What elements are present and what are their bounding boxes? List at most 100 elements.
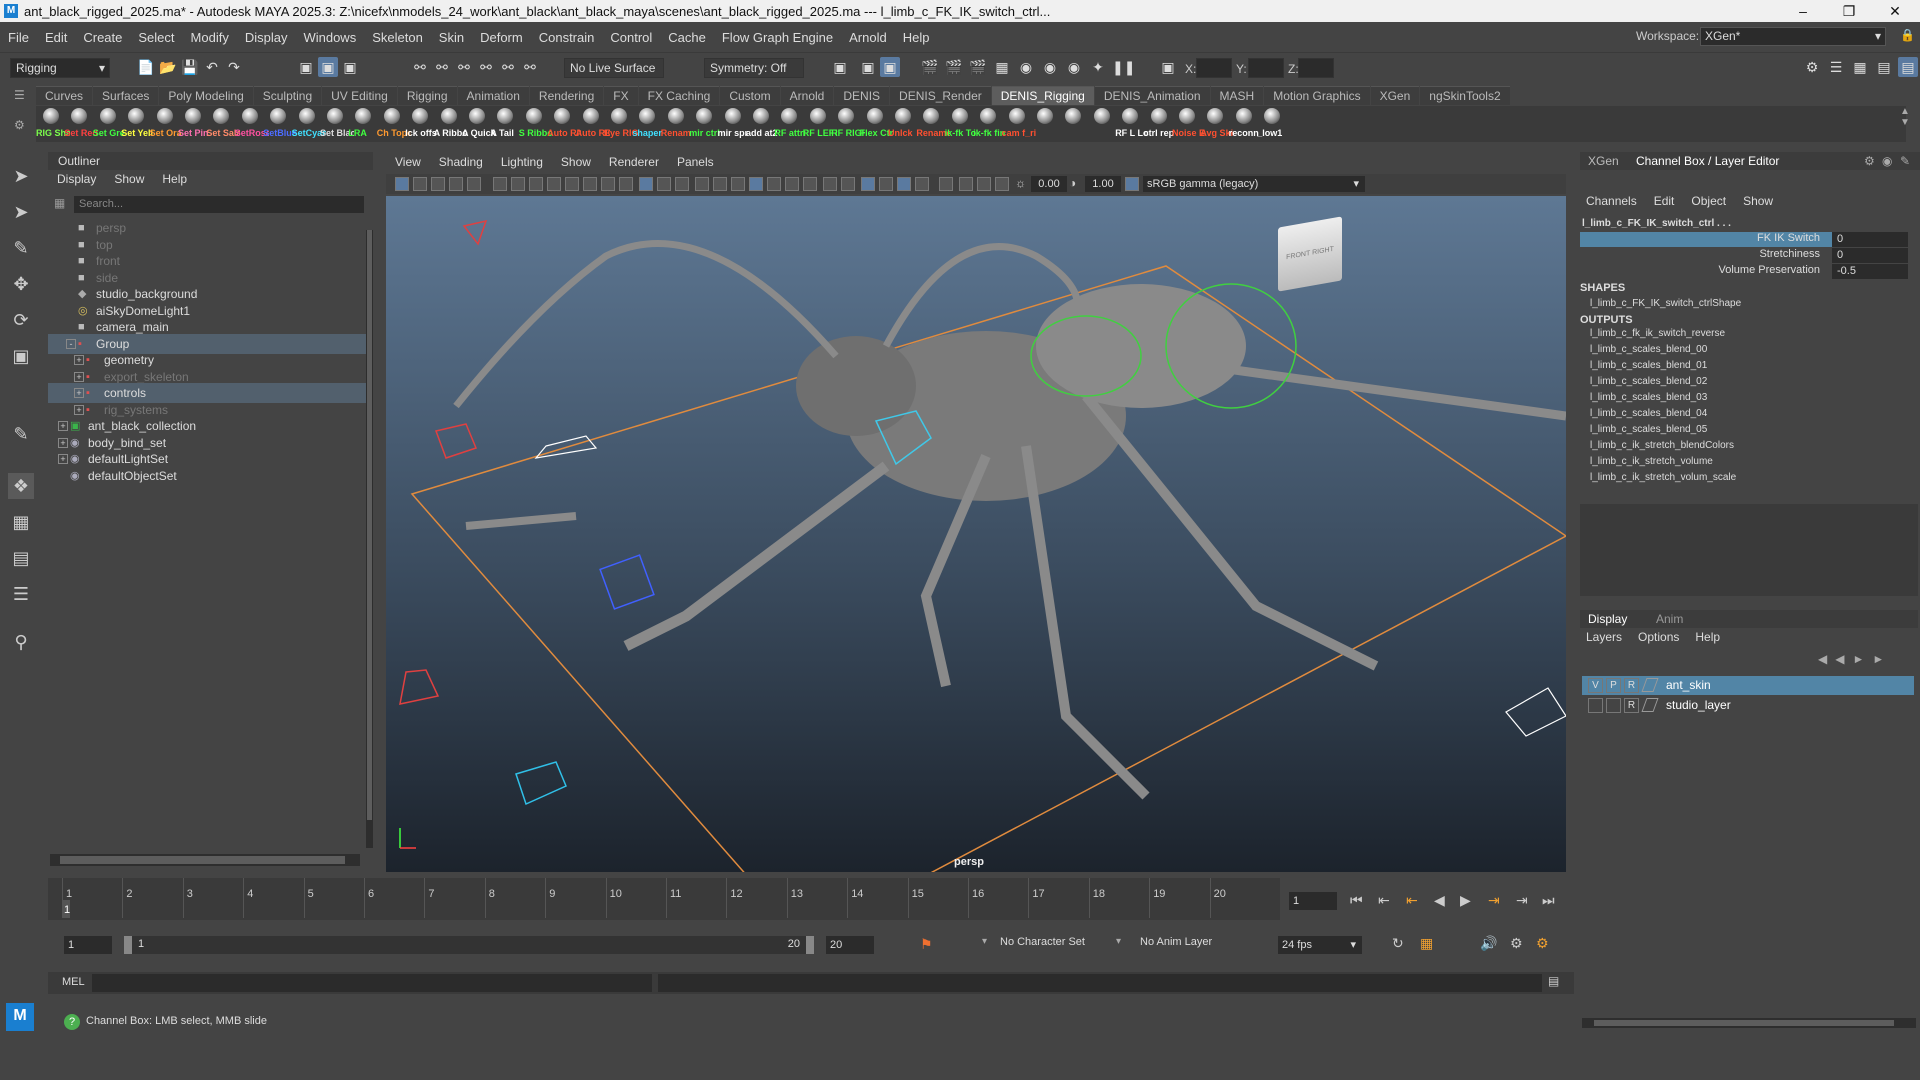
expand-icon[interactable]: + <box>58 437 68 448</box>
shelf-button[interactable]: A Ribbo <box>434 108 468 140</box>
select-component-icon[interactable]: ▣ <box>340 57 360 77</box>
layer-editor-icon[interactable]: ▤ <box>1898 57 1918 77</box>
live-surface-field[interactable]: No Live Surface <box>564 58 664 78</box>
grid-icon[interactable] <box>511 177 525 191</box>
color-management-icon[interactable] <box>1125 177 1139 191</box>
character-set-dropdown[interactable]: No Character Set <box>1000 936 1085 948</box>
field-chart-icon[interactable] <box>583 177 597 191</box>
menu-cache[interactable]: Cache <box>660 30 714 45</box>
shelf-button[interactable]: Set Red <box>64 108 98 140</box>
snap-view-icon[interactable]: ⚯ <box>476 57 496 77</box>
four-view-layout-icon[interactable]: ▦ <box>8 509 34 535</box>
shelf-button[interactable]: RF attri <box>774 108 806 140</box>
outliner-layout-icon[interactable]: ☰ <box>8 581 34 607</box>
layer-menu-layers[interactable]: Layers <box>1586 630 1622 644</box>
film-gate-icon[interactable] <box>529 177 543 191</box>
render-view-icon[interactable]: 🎬 <box>920 57 940 77</box>
ambient-occlusion-icon[interactable] <box>803 177 817 191</box>
shelf-button[interactable]: reconn <box>1229 108 1261 140</box>
step-back-icon[interactable]: ⇤ <box>1378 892 1390 909</box>
shelf-tab-denis-render[interactable]: DENIS_Render <box>890 86 991 105</box>
last-tool-icon[interactable]: ✎ <box>8 421 34 447</box>
menu-edit[interactable]: Edit <box>37 30 75 45</box>
shelf-tab-denis[interactable]: DENIS <box>834 86 890 105</box>
construction-history-icon[interactable]: ▣ <box>880 57 900 77</box>
sound-icon[interactable]: 🔊 <box>1480 935 1497 952</box>
snap-grid-icon[interactable]: ⚯ <box>410 57 430 77</box>
expand-icon[interactable]: - <box>66 338 76 349</box>
channelbox-menu-edit[interactable]: Edit <box>1654 194 1684 208</box>
menu-skin[interactable]: Skin <box>431 30 472 45</box>
shelf-button[interactable]: A Tail <box>490 108 522 140</box>
hypershade-icon[interactable]: ◉ <box>1016 57 1036 77</box>
snap-surface-icon[interactable]: ⚯ <box>498 57 518 77</box>
expand-icon[interactable]: + <box>58 454 68 464</box>
x-field[interactable] <box>1196 58 1232 78</box>
menu-windows[interactable]: Windows <box>295 30 364 45</box>
scale-tool-icon[interactable]: ▣ <box>8 343 34 369</box>
xray-icon[interactable] <box>841 177 855 191</box>
menu-arnold[interactable]: Arnold <box>841 30 895 45</box>
shelf-button[interactable]: ctrl rep <box>1144 108 1176 140</box>
go-to-start-icon[interactable]: ⏮ <box>1350 892 1363 909</box>
fps-dropdown[interactable]: 24 fps ▾ <box>1278 936 1362 954</box>
motion-blur-icon[interactable] <box>939 177 953 191</box>
range-slider[interactable]: 1 20 <box>124 936 814 954</box>
channel-box-icon[interactable]: ▤ <box>1874 57 1894 77</box>
attribute-editor-icon[interactable]: ☰ <box>1826 57 1846 77</box>
shelf-tab-motion-graphics[interactable]: Motion Graphics <box>1264 86 1370 105</box>
loop-icon[interactable]: ↻ <box>1392 935 1404 952</box>
output-node[interactable]: l_limb_c_scales_blend_02 <box>1590 376 1707 387</box>
outliner-vscroll[interactable] <box>366 230 373 848</box>
layer-row[interactable]: V P Rant_skin <box>1582 676 1914 695</box>
shelf-button[interactable]: add at2 <box>746 108 778 140</box>
shelf-button[interactable]: Set Pin <box>178 108 210 140</box>
undo-icon[interactable]: ↶ <box>202 57 222 77</box>
resolution-display-icon[interactable] <box>675 177 689 191</box>
output-node[interactable]: l_limb_c_scales_blend_01 <box>1590 360 1707 371</box>
tab-channel-box[interactable]: Channel Box / Layer Editor <box>1636 154 1779 168</box>
outliner-hscroll[interactable] <box>50 854 360 866</box>
output-node[interactable]: l_limb_c_fk_ik_switch_reverse <box>1590 328 1725 339</box>
layer-action-icons[interactable]: ◀◀►► <box>1818 652 1892 666</box>
shelf-tab-animation[interactable]: Animation <box>457 86 529 105</box>
channel-value[interactable]: -0.5 <box>1832 264 1908 279</box>
symmetry-dropdown[interactable]: Symmetry: Off <box>704 58 804 78</box>
shelf-tab-custom[interactable]: Custom <box>720 86 780 105</box>
layer-visibility-toggle[interactable] <box>1588 698 1603 713</box>
shelf-button[interactable]: Ch Topo <box>377 108 411 140</box>
time-slider[interactable]: 1 2 3 4 5 6 7 8 9 10 11 12 13 14 15 16 17 18 19 20 1 <box>48 878 1280 920</box>
close-button[interactable]: ✕ <box>1872 0 1918 22</box>
exposure-field[interactable]: 0.00 <box>1031 176 1067 192</box>
channelbox-menu-show[interactable]: Show <box>1743 194 1782 208</box>
menu-select[interactable]: Select <box>130 30 182 45</box>
arnold-render-icon[interactable]: ◉ <box>1040 57 1060 77</box>
rotate-tool-icon[interactable]: ⟳ <box>8 307 34 333</box>
xray-joints-icon[interactable] <box>861 177 875 191</box>
menu-file[interactable]: File <box>0 30 37 45</box>
shelf-button[interactable]: RF L Lo <box>1115 108 1149 140</box>
shelf-button[interactable]: A Quick <box>462 108 496 140</box>
shelf-tab-rendering[interactable]: Rendering <box>529 86 604 105</box>
layer-reference-toggle[interactable]: R <box>1624 698 1639 713</box>
shelf-button[interactable]: Set Sala <box>206 108 240 140</box>
shelf-button[interactable]: Flex Ctr <box>860 108 893 140</box>
film-gate-display-icon[interactable] <box>657 177 671 191</box>
outliner-search-input[interactable]: Search... <box>74 196 364 213</box>
redo-icon[interactable]: ↷ <box>224 57 244 77</box>
shelf-button[interactable]: cam f_ri <box>1002 108 1036 140</box>
lock-icon[interactable]: 🔒 <box>1900 28 1915 42</box>
layer-playback-toggle[interactable] <box>1606 698 1621 713</box>
menu-set-dropdown[interactable]: Rigging ▾ <box>10 58 110 78</box>
colorspace-dropdown[interactable]: sRGB gamma (legacy) ▾ <box>1143 176 1365 192</box>
shelf-button[interactable]: ik-fk fin <box>973 108 1005 140</box>
shelf-button[interactable]: LRA <box>348 108 380 140</box>
expand-icon[interactable]: + <box>74 371 84 382</box>
transform-mode-icon[interactable]: ▣ <box>1158 57 1178 77</box>
modeling-toolkit-icon[interactable]: ⚙ <box>1802 57 1822 77</box>
select-camera-icon[interactable] <box>395 177 409 191</box>
shelf-tab-rigging[interactable]: Rigging <box>397 86 457 105</box>
new-scene-icon[interactable]: 📄 <box>136 57 156 77</box>
channel-row[interactable]: FK IK Switch 0 <box>1580 232 1910 247</box>
tab-anim-layers[interactable]: Anim <box>1656 612 1683 626</box>
